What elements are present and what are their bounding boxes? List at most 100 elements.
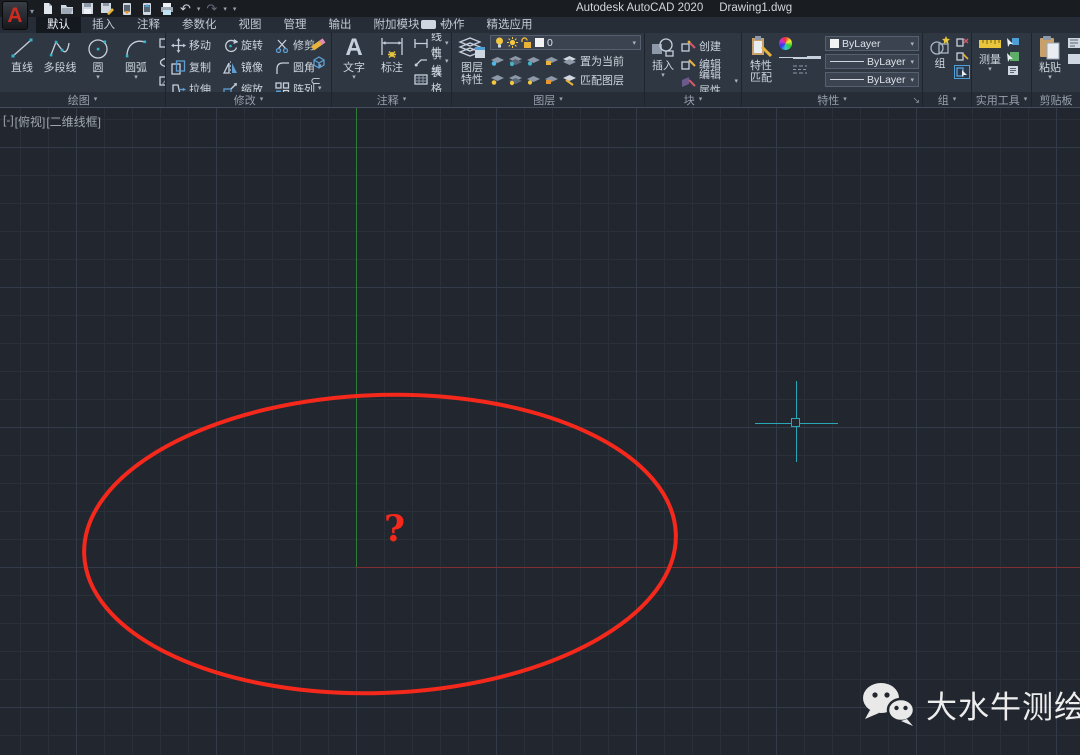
color-select-caret-icon: ▾	[910, 40, 914, 48]
circle-button[interactable]: 圆 ▾	[81, 35, 115, 92]
quick-access-toolbar: ↶ ▾ ↷ ▾ ▾	[40, 1, 236, 16]
cut-button[interactable]	[1067, 37, 1080, 49]
layer-unlock-all-icon[interactable]	[526, 73, 541, 86]
save-icon[interactable]	[80, 2, 94, 16]
tab-insert[interactable]: 插入	[81, 17, 126, 33]
undo-caret-icon[interactable]: ▾	[197, 5, 201, 13]
utilities-panel-caret-icon: ▾	[1024, 97, 1028, 103]
linetype-icon[interactable]	[779, 65, 821, 74]
stretch-button[interactable]: 拉伸	[171, 80, 221, 92]
open-from-web-mobile-icon[interactable]	[120, 2, 134, 16]
autocad-logo[interactable]: A	[2, 1, 28, 30]
match-layer-label[interactable]: 匹配图层	[580, 72, 624, 88]
mirror-button[interactable]: 镜像	[223, 58, 273, 76]
new-file-icon[interactable]	[40, 2, 54, 16]
find-text-button[interactable]	[1006, 65, 1020, 76]
match-properties-button[interactable]: 特性 匹配	[747, 35, 775, 92]
drawing-canvas[interactable]: [-] [俯视] [二维线框] ? 大水牛测绘	[0, 108, 1080, 755]
layer-off-icon[interactable]	[526, 54, 541, 67]
save-to-web-mobile-icon[interactable]	[140, 2, 154, 16]
plot-icon[interactable]	[160, 2, 174, 16]
layer-thaw-all-icon[interactable]	[508, 73, 523, 86]
block-edit-attributes-button[interactable]: 编辑属性 ▾	[681, 73, 738, 90]
layer-unlock2-icon[interactable]	[544, 73, 559, 86]
polyline-button[interactable]: 多段线	[43, 35, 77, 92]
group-edit-button[interactable]	[954, 51, 970, 62]
panel-annotate: A 文字 ▾ 标注 线性 ▾ 引线	[332, 33, 452, 107]
object-color-select[interactable]: ByLayer ▾	[825, 36, 919, 51]
color-wheel-icon[interactable]	[779, 37, 792, 50]
redo-caret-icon[interactable]: ▾	[223, 5, 227, 13]
linetype-select[interactable]: ByLayer ▾	[825, 72, 919, 87]
layer-properties-button[interactable]: 图层 特性	[457, 35, 487, 92]
ellipse-tool-button[interactable]: ▾	[159, 54, 165, 71]
erase-button[interactable]	[310, 36, 327, 51]
qat-customize-icon[interactable]: ▾	[233, 5, 237, 13]
logo-caret-icon[interactable]: ▾	[30, 7, 34, 16]
tab-annotate[interactable]: 注释	[126, 17, 171, 33]
paste-clipboard-icon	[1038, 35, 1062, 61]
panel-title-modify[interactable]: 修改 ▾	[166, 92, 331, 107]
undo-icon[interactable]: ↶	[180, 2, 191, 15]
copy-button[interactable]: 复制	[171, 58, 221, 76]
layer-lock-icon[interactable]	[544, 54, 559, 67]
panel-title-layers[interactable]: 图层 ▾	[452, 92, 644, 107]
layer-isolate-icon[interactable]	[490, 54, 505, 67]
arc-button[interactable]: 圆弧 ▾	[119, 35, 153, 92]
set-current-label[interactable]: 置为当前	[580, 53, 624, 69]
lineweight-icon[interactable]	[779, 54, 821, 61]
group-selection-toggle-button[interactable]	[954, 65, 970, 79]
quick-select-button[interactable]	[1006, 37, 1020, 48]
tab-default[interactable]: 默认	[36, 17, 81, 33]
stretch-icon	[171, 82, 186, 93]
rotate-button[interactable]: 旋转	[223, 36, 273, 54]
rectangle-tool-button[interactable]: ▾	[159, 35, 165, 52]
dimension-button[interactable]: 标注	[375, 35, 409, 92]
tab-featured-apps[interactable]: 精选应用	[476, 17, 544, 33]
move-button[interactable]: 移动	[171, 36, 221, 54]
insert-block-button[interactable]: 插入 ▾	[650, 35, 676, 92]
scale-button[interactable]: 缩放	[223, 80, 273, 92]
panel-title-annotate[interactable]: 注释 ▾	[332, 92, 451, 107]
ribbon-display-toggle[interactable]: ▾	[421, 20, 444, 29]
paste-button[interactable]: 粘贴 ▾	[1037, 35, 1063, 92]
panel-title-utilities[interactable]: 实用工具 ▾	[972, 92, 1031, 107]
tab-manage[interactable]: 管理	[273, 17, 318, 33]
layer-color-swatch	[535, 38, 544, 47]
properties-dialog-launcher-icon[interactable]: ↘	[912, 96, 920, 105]
layer-select[interactable]: 0 ▾	[490, 35, 641, 50]
measure-caret-icon: ▾	[988, 67, 992, 73]
offset-button[interactable]: ⊂	[310, 74, 327, 87]
lineweight-select[interactable]: ByLayer ▾	[825, 54, 919, 69]
block-create-button[interactable]: 创建	[681, 37, 738, 54]
line-button[interactable]: 直线	[5, 35, 39, 92]
tab-output[interactable]: 输出	[318, 17, 363, 33]
copy-clip-button[interactable]	[1067, 53, 1080, 65]
make-current-icon[interactable]	[562, 54, 577, 67]
match-layer-icon[interactable]	[562, 73, 577, 86]
panel-title-properties[interactable]: 特性 ▾ ↘	[742, 92, 922, 107]
explode-button[interactable]	[310, 55, 327, 70]
move-icon	[171, 38, 186, 53]
tab-view[interactable]: 视图	[228, 17, 273, 33]
layer-tools-row-1: 置为当前	[490, 52, 641, 69]
panel-title-group[interactable]: 组 ▾	[923, 92, 971, 107]
panel-title-clipboard[interactable]: 剪贴板	[1032, 92, 1080, 107]
hatch-tool-button[interactable]: ▾	[159, 73, 165, 90]
text-button[interactable]: A 文字 ▾	[337, 35, 371, 92]
ungroup-button[interactable]	[954, 37, 970, 48]
group-button[interactable]: 组	[928, 35, 952, 92]
array-icon	[275, 82, 290, 93]
measure-button[interactable]: 测量 ▾	[977, 35, 1003, 92]
redo-icon[interactable]: ↷	[206, 2, 217, 15]
layer-on-all-icon[interactable]	[490, 73, 505, 86]
tab-parametric[interactable]: 参数化	[171, 17, 228, 33]
table-button[interactable]: 表格	[414, 71, 449, 88]
open-file-icon[interactable]	[60, 2, 74, 16]
save-as-icon[interactable]	[100, 2, 114, 16]
layer-freeze-icon[interactable]	[508, 54, 523, 67]
quick-calculator-button[interactable]	[1006, 51, 1020, 62]
panel-title-block[interactable]: 块 ▾	[645, 92, 741, 107]
insert-caret-icon: ▾	[661, 73, 665, 79]
panel-title-draw[interactable]: 绘图 ▾	[0, 92, 165, 107]
